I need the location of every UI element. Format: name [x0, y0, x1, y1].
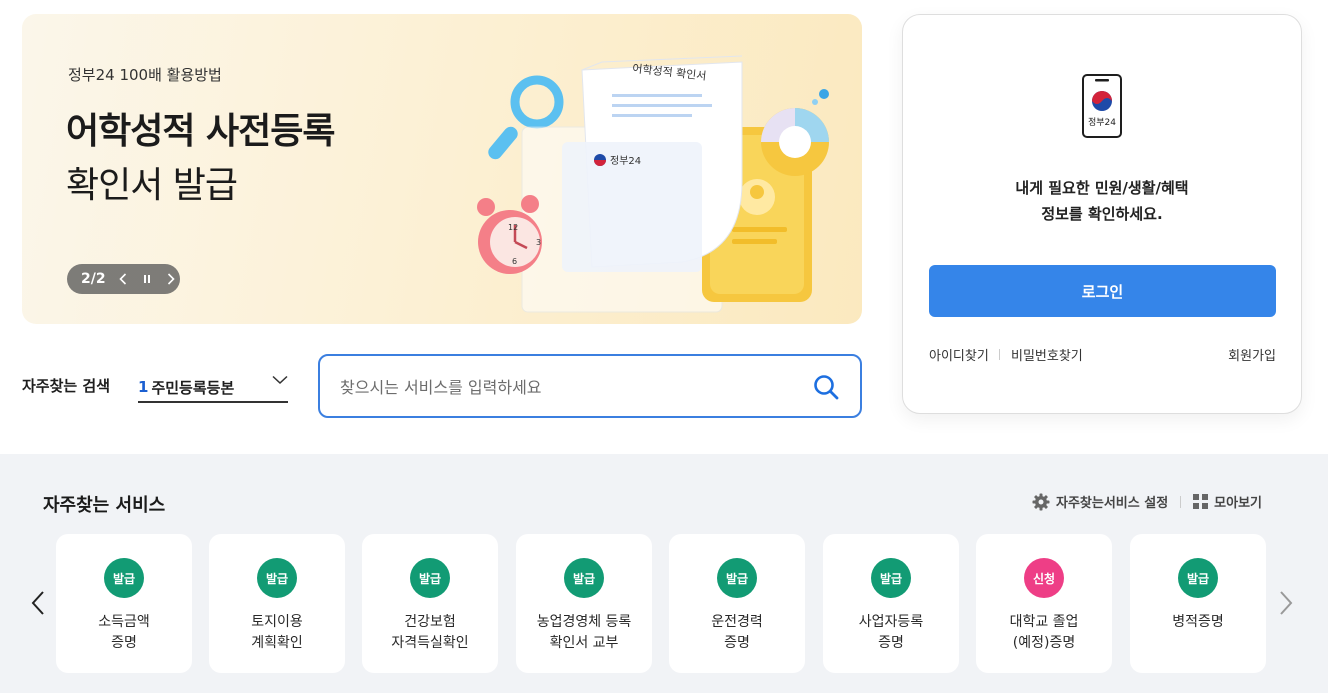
- grid-icon: [1193, 494, 1209, 509]
- frequent-services-section: 자주찾는 서비스 자주찾는서비스 설정 모아보기 발급 소득금액 증명 발급 토…: [0, 454, 1328, 693]
- issue-badge: 발급: [257, 558, 297, 598]
- chevron-right-icon: [1280, 591, 1293, 615]
- find-password-link[interactable]: 비밀번호찾기: [1011, 345, 1083, 364]
- gov24-phone-icon: 정부24: [1082, 74, 1122, 138]
- pause-icon: [143, 275, 150, 283]
- services-prev-button[interactable]: [28, 590, 48, 616]
- service-card[interactable]: 신청 대학교 졸업 (예정)증명: [976, 534, 1112, 673]
- service-card[interactable]: 발급 병적증명: [1130, 534, 1266, 673]
- service-card[interactable]: 발급 건강보험 자격득실확인: [362, 534, 498, 673]
- service-name: 소득금액 증명: [98, 614, 150, 651]
- frequent-search-value: 주민등록등본: [151, 378, 235, 397]
- issue-badge: 발급: [410, 558, 450, 598]
- issue-badge: 발급: [104, 558, 144, 598]
- search-icon: [814, 375, 839, 400]
- svg-text:6: 6: [512, 257, 517, 266]
- service-card[interactable]: 발급 사업자등록 증명: [823, 534, 959, 673]
- chevron-right-icon: [167, 273, 175, 285]
- link-divider: [999, 349, 1000, 360]
- promo-banner[interactable]: 정부24 100배 활용방법 어학성적 사전등록 확인서 발급 2/2 어학성적…: [22, 14, 862, 324]
- section-tools: 자주찾는서비스 설정 모아보기: [1032, 492, 1262, 511]
- service-name: 대학교 졸업 (예정)증명: [1009, 614, 1079, 651]
- banner-subtitle: 정부24 100배 활용방법: [68, 66, 222, 84]
- chevron-left-icon: [31, 591, 44, 615]
- banner-pause-button[interactable]: [140, 271, 154, 287]
- login-message-line1: 내게 필요한 민원/생활/혜택: [1015, 179, 1189, 197]
- login-card: 정부24 내게 필요한 민원/생활/혜택 정보를 확인하세요. 로그인 아이디찾…: [902, 14, 1302, 414]
- section-title: 자주찾는 서비스: [43, 495, 166, 516]
- donut-chart-icon: [761, 89, 829, 176]
- services-next-button[interactable]: [1276, 590, 1296, 616]
- svg-text:3: 3: [536, 238, 541, 247]
- view-all-label: 모아보기: [1214, 496, 1262, 511]
- tool-divider: [1180, 495, 1182, 508]
- login-button[interactable]: 로그인: [929, 265, 1276, 317]
- issue-badge: 발급: [871, 558, 911, 598]
- alarm-clock-icon: 12 3 6: [477, 195, 542, 274]
- banner-prev-button[interactable]: [116, 271, 130, 287]
- service-card[interactable]: 발급 소득금액 증명: [56, 534, 192, 673]
- login-links: 아이디찾기 비밀번호찾기 회원가입: [929, 345, 1276, 365]
- banner-title: 어학성적 사전등록: [66, 111, 335, 152]
- issue-badge: 발급: [1178, 558, 1218, 598]
- chevron-left-icon: [118, 273, 126, 285]
- banner-next-button[interactable]: [164, 271, 178, 287]
- find-id-link[interactable]: 아이디찾기: [929, 345, 989, 364]
- services-settings-button[interactable]: 자주찾는서비스 설정: [1032, 492, 1168, 511]
- search-input[interactable]: [340, 374, 780, 400]
- issue-badge: 발급: [717, 558, 757, 598]
- view-all-button[interactable]: 모아보기: [1193, 492, 1262, 511]
- service-name: 운전경력 증명: [711, 614, 763, 651]
- service-name: 사업자등록 증명: [858, 614, 924, 651]
- service-name: 병적증명: [1172, 614, 1224, 630]
- svg-text:12: 12: [508, 223, 518, 232]
- chevron-down-icon: [272, 375, 288, 385]
- banner-illustration: 어학성적 확인서 정부24 12 3 6: [477, 55, 829, 313]
- banner-pager: 2/2: [67, 264, 180, 294]
- gear-icon: [1032, 493, 1050, 510]
- settings-label: 자주찾는서비스 설정: [1055, 496, 1169, 511]
- gov24-logo-text: 정부24: [1088, 117, 1116, 128]
- issue-badge: 발급: [564, 558, 604, 598]
- service-name: 건강보험 자격득실확인: [391, 614, 469, 651]
- search-button[interactable]: [812, 373, 840, 401]
- frequent-search-label: 자주찾는 검색: [22, 377, 111, 395]
- banner-title-line2: 확인서 발급: [66, 165, 238, 206]
- signup-link[interactable]: 회원가입: [1228, 345, 1276, 364]
- service-card[interactable]: 발급 토지이용 계획확인: [209, 534, 345, 673]
- banner-page-count: 2/2: [81, 271, 106, 287]
- frequent-search-rank: 1: [138, 378, 149, 396]
- apply-badge: 신청: [1024, 558, 1064, 598]
- search-box: [318, 354, 862, 418]
- frequent-search-dropdown[interactable]: 1 주민등록등본: [138, 373, 288, 403]
- service-card[interactable]: 발급 농업경영체 등록 확인서 교부: [516, 534, 652, 673]
- service-card[interactable]: 발급 운전경력 증명: [669, 534, 805, 673]
- service-name: 토지이용 계획확인: [251, 614, 303, 651]
- doc-logo-label: 정부24: [610, 155, 641, 167]
- login-message-line2: 정보를 확인하세요.: [1041, 205, 1163, 223]
- service-name: 농업경영체 등록 확인서 교부: [536, 614, 632, 651]
